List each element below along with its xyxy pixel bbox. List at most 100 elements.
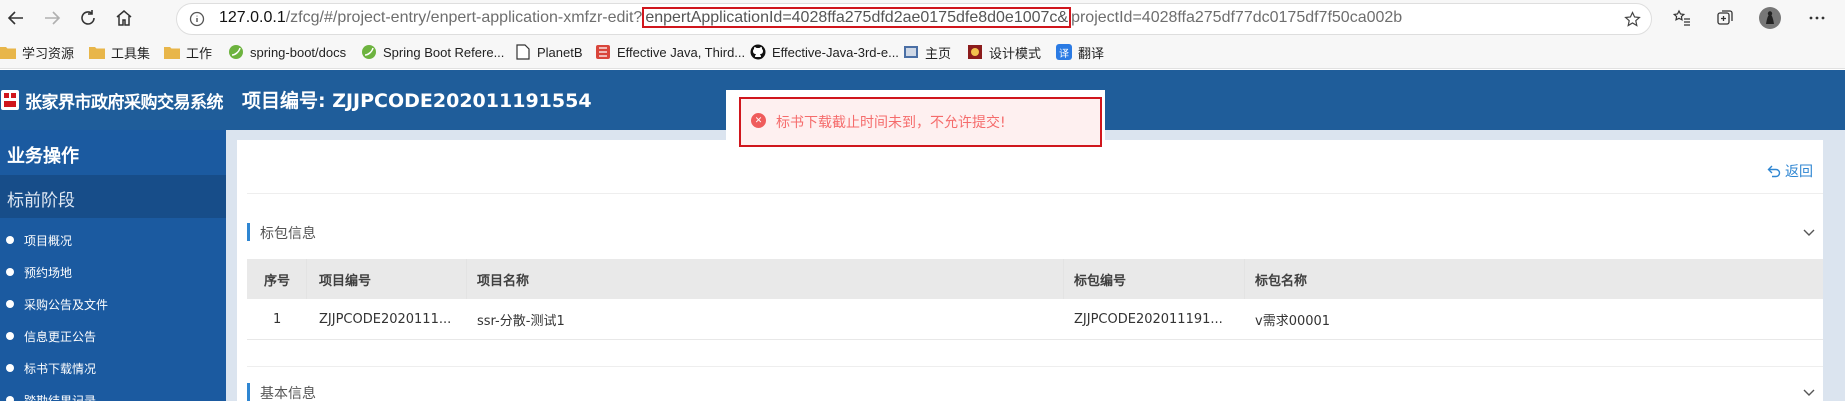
bullet-icon [6, 396, 14, 404]
bookmark-spring-reference[interactable]: Spring Boot Refere... [361, 43, 504, 61]
bookmarks-bar: 学习资源 工具集 工作 spring-boot/docs Spring Boot… [0, 36, 1845, 69]
sidebar-item-site-survey[interactable]: 踏勘结果记录 [6, 390, 96, 410]
row-package-name: v需求00001 [1255, 313, 1331, 329]
forward-arrow-icon[interactable] [40, 6, 64, 30]
github-icon [750, 44, 766, 60]
error-message-box: ✕ 标书下载截止时间未到，不允许提交! [739, 97, 1102, 147]
bookmark-planetb[interactable]: PlanetB [515, 43, 583, 61]
system-logo-icon [0, 89, 20, 111]
sidebar-item-label: 踏勘结果记录 [24, 393, 97, 408]
table-header-row: 序号 项目编号 项目名称 标包编号 标包名称 [247, 259, 1823, 299]
column-header: 标包名称 [1255, 273, 1308, 289]
bookmark-github[interactable]: Effective-Java-3rd-e... [750, 43, 899, 61]
close-circle-icon: ✕ [751, 113, 766, 128]
error-toast: ✕ 标书下载截止时间未到，不允许提交! [726, 90, 1105, 156]
row-project-name: ssr-分散-测试1 [477, 313, 565, 329]
back-arrow-icon[interactable] [4, 6, 28, 30]
bullet-icon [6, 300, 14, 308]
design-icon [967, 44, 983, 60]
bookmark-label: 主页 [925, 45, 952, 61]
url-host: 127.0.0.1 [219, 9, 286, 26]
chevron-down-icon[interactable] [1801, 224, 1817, 240]
bookmark-home-page[interactable]: 主页 [903, 43, 951, 61]
chevron-down-icon[interactable] [1801, 384, 1817, 400]
sidebar-item-project-overview[interactable]: 项目概况 [6, 230, 72, 250]
bookmark-spring-docs[interactable]: spring-boot/docs [228, 43, 346, 61]
bookmark-label: PlanetB [537, 44, 583, 60]
bookmark-label: Spring Boot Refere... [383, 44, 505, 60]
folder-icon [0, 44, 16, 60]
content-panel: 返回 标包信息 序号 项目编号 项目名称 标包编号 标包名称 1 ZJJPCOD [237, 140, 1823, 403]
column-divider [1063, 259, 1064, 299]
bookmark-tools[interactable]: 工具集 [89, 43, 150, 61]
url-project-param: projectId=4028ffa275df77dc0175df7f50ca00… [1071, 9, 1403, 26]
project-title: 项目编号: ZJJPCODE202011191554 [242, 90, 592, 112]
section-accent-bar [247, 383, 250, 401]
bullet-icon [6, 236, 14, 244]
row-project-code: ZJJPCODE2020111... [319, 311, 452, 327]
favorites-list-icon[interactable] [1670, 6, 1694, 30]
folder-icon [164, 44, 180, 60]
favorite-star-icon[interactable] [1624, 11, 1641, 28]
bookmark-label: Effective-Java-3rd-e... [772, 44, 899, 60]
bookmark-study[interactable]: 学习资源 [0, 43, 74, 61]
section-basic-header[interactable]: 基本信息 [247, 383, 1823, 403]
return-icon [1767, 165, 1781, 178]
bookmark-design-patterns[interactable]: 设计模式 [967, 43, 1041, 61]
bookmark-label: 翻译 [1078, 45, 1105, 61]
address-bar[interactable]: 127.0.0.1/zfcg/#/project-entry/enpert-ap… [176, 3, 1652, 35]
back-button[interactable]: 返回 [1767, 161, 1813, 181]
sidebar-item-book-venue[interactable]: 预约场地 [6, 262, 72, 282]
column-header: 项目名称 [477, 273, 530, 289]
content-frame: 返回 标包信息 序号 项目编号 项目名称 标包编号 标包名称 1 ZJJPCOD [226, 130, 1845, 403]
section-accent-bar [247, 223, 250, 241]
url-path: /zfcg/#/project-entry/enpert-application… [285, 9, 643, 26]
collections-icon[interactable] [1713, 6, 1737, 30]
bookmark-label: Effective Java, Third... [617, 44, 746, 60]
bookmark-label: 设计模式 [989, 45, 1042, 61]
system-title: 张家界市政府采购交易系统 [25, 93, 224, 113]
sidebar-item-label: 项目概况 [24, 233, 73, 248]
section-package-header[interactable]: 标包信息 [247, 223, 1823, 243]
error-message: 标书下载截止时间未到，不允许提交! [776, 115, 1006, 131]
home-icon[interactable] [112, 6, 136, 30]
bookmark-label: 学习资源 [22, 45, 75, 61]
section-title: 标包信息 [260, 226, 316, 242]
spring-icon [361, 44, 377, 60]
folder-icon [89, 44, 105, 60]
sidebar-item-label: 标书下载情况 [24, 361, 97, 376]
bookmark-translate[interactable]: 译 翻译 [1056, 43, 1104, 61]
home-page-icon [903, 44, 919, 60]
sidebar-title: 业务操作 [7, 146, 79, 167]
bullet-icon [6, 268, 14, 276]
section-title: 基本信息 [260, 386, 316, 402]
sidebar: 业务操作 标前阶段 项目概况 预约场地 采购公告及文件 信息更正公告 标书下载情… [0, 130, 226, 408]
bookmark-work[interactable]: 工作 [164, 43, 212, 61]
column-header: 序号 [264, 273, 291, 289]
browser-toolbar: 127.0.0.1/zfcg/#/project-entry/enpert-ap… [0, 0, 1845, 36]
row-package-code: ZJJPCODE202011191... [1074, 311, 1223, 327]
refresh-icon[interactable] [76, 6, 100, 30]
more-options-icon[interactable] [1805, 6, 1829, 30]
profile-avatar-icon[interactable] [1758, 6, 1782, 30]
translate-icon: 译 [1056, 44, 1072, 60]
table-row[interactable]: 1 ZJJPCODE2020111... ssr-分散-测试1 ZJJPCODE… [247, 299, 1823, 340]
spring-icon [228, 44, 244, 60]
sidebar-item-label: 信息更正公告 [24, 329, 97, 344]
sidebar-item-label: 预约场地 [24, 265, 73, 280]
column-header: 项目编号 [319, 273, 372, 289]
column-header: 标包编号 [1074, 273, 1127, 289]
bullet-icon [6, 364, 14, 372]
back-label: 返回 [1785, 164, 1813, 180]
sidebar-stage[interactable]: 标前阶段 [0, 175, 226, 218]
row-index: 1 [273, 311, 282, 327]
sidebar-item-bid-downloads[interactable]: 标书下载情况 [6, 358, 96, 378]
url-text: 127.0.0.1/zfcg/#/project-entry/enpert-ap… [219, 7, 1403, 31]
divider [247, 366, 1823, 367]
sidebar-item-procurement-notice[interactable]: 采购公告及文件 [6, 294, 108, 314]
bookmark-effective-java[interactable]: Effective Java, Third... [595, 43, 745, 61]
url-highlighted-param: enpertApplicationId=4028ffa275dfd2ae0175… [642, 7, 1072, 28]
info-icon[interactable] [189, 11, 205, 27]
book-icon [595, 44, 611, 60]
sidebar-item-correction-notice[interactable]: 信息更正公告 [6, 326, 96, 346]
